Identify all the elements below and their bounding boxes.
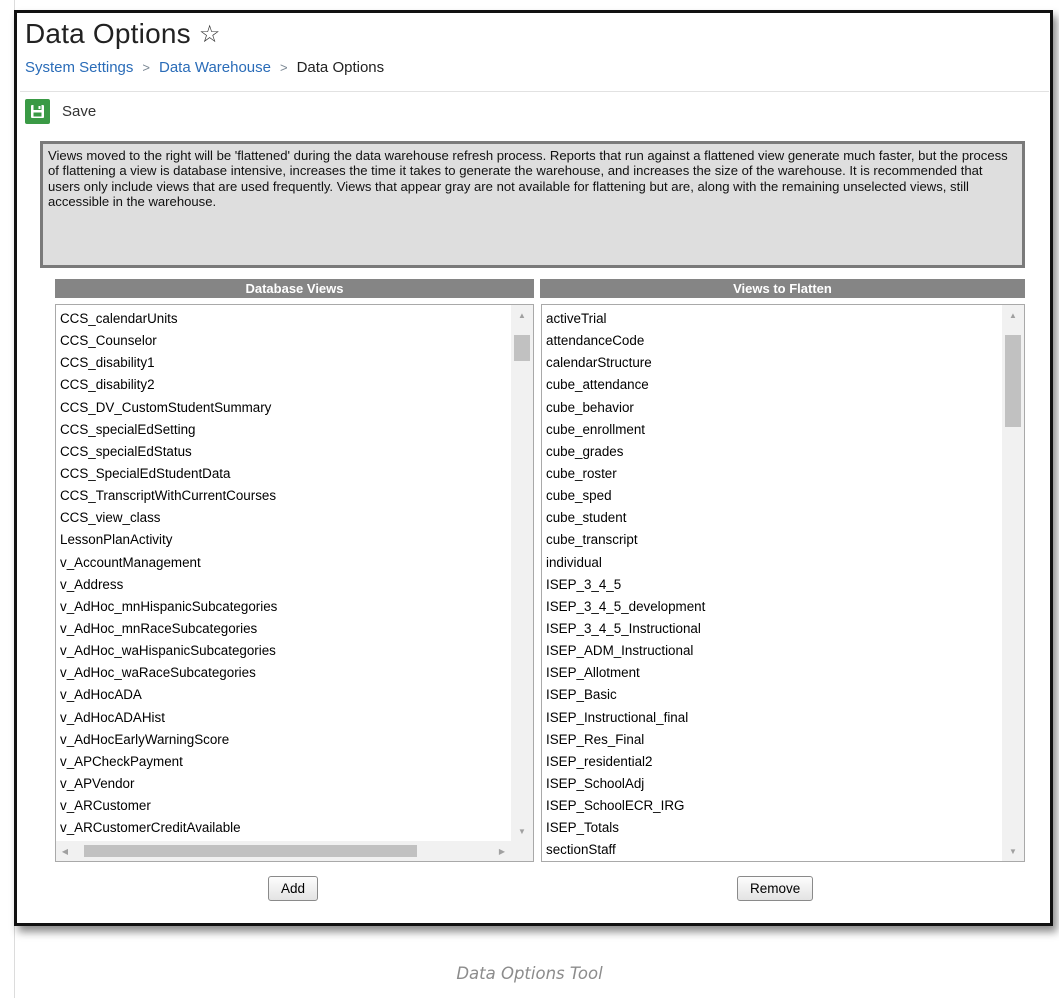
list-item[interactable]: CCS_Counselor <box>60 330 511 352</box>
page-title: Data Options ☆ <box>25 18 221 50</box>
database-views-list[interactable]: CCS_calendarUnits CCS_Counselor CCS_disabi… <box>55 304 534 862</box>
list-item[interactable]: CCS_specialEdSetting <box>60 419 511 441</box>
list-item[interactable]: v_AdHocADA <box>60 684 511 706</box>
list-item[interactable]: v_AdHoc_waHispanicSubcategories <box>60 640 511 662</box>
scroll-right-icon[interactable]: ▶ <box>493 841 511 861</box>
list-item[interactable]: cube_transcript <box>546 529 1002 551</box>
list-item[interactable]: ISEP_SchoolECR_IRG <box>546 795 1002 817</box>
list-item[interactable]: cube_behavior <box>546 397 1002 419</box>
list-item[interactable]: v_AccountManagement <box>60 552 511 574</box>
scroll-up-icon[interactable]: ▲ <box>1002 305 1024 325</box>
list-item[interactable]: v_APCheckPayment <box>60 751 511 773</box>
floppy-disk-icon[interactable] <box>25 99 50 124</box>
list-item[interactable]: ISEP_Instructional_final <box>546 707 1002 729</box>
list-item[interactable]: ISEP_Allotment <box>546 662 1002 684</box>
database-views-header: Database Views <box>55 279 534 298</box>
database-views-vertical-scrollbar[interactable]: ▲ ▼ <box>511 305 533 841</box>
list-item[interactable]: CCS_view_class <box>60 507 511 529</box>
list-item[interactable]: ISEP_Basic <box>546 684 1002 706</box>
list-item[interactable]: LessonPlanActivity <box>60 529 511 551</box>
scroll-down-icon[interactable]: ▼ <box>1002 841 1024 861</box>
list-item[interactable]: v_ARCustomerCreditAvailable <box>60 817 511 839</box>
views-to-flatten-vertical-scrollbar[interactable]: ▲ ▼ <box>1002 305 1024 861</box>
views-to-flatten-list[interactable]: activeTrial attendanceCode calendarStructu… <box>541 304 1025 862</box>
list-item[interactable]: ISEP_SchoolAdj <box>546 773 1002 795</box>
breadcrumb-data-warehouse[interactable]: Data Warehouse <box>159 59 271 76</box>
list-item[interactable]: cube_enrollment <box>546 419 1002 441</box>
list-item[interactable]: CCS_calendarUnits <box>60 308 511 330</box>
list-item[interactable]: cube_grades <box>546 441 1002 463</box>
scroll-thumb[interactable] <box>514 335 530 361</box>
toolbar: Save <box>25 99 96 124</box>
list-item[interactable]: v_AdHoc_mnHispanicSubcategories <box>60 596 511 618</box>
list-item[interactable]: cube_sped <box>546 485 1002 507</box>
list-item[interactable]: ISEP_3_4_5_development <box>546 596 1002 618</box>
header-divider <box>20 91 1049 92</box>
list-item[interactable]: calendarStructure <box>546 352 1002 374</box>
breadcrumb-system-settings[interactable]: System Settings <box>25 59 133 76</box>
list-item[interactable]: v_AdHoc_mnRaceSubcategories <box>60 618 511 640</box>
scroll-left-icon[interactable]: ◀ <box>56 841 74 861</box>
breadcrumb-separator: > <box>280 60 288 75</box>
database-views-horizontal-scrollbar[interactable]: ◀ ▶ <box>56 841 533 861</box>
figure-caption: Data Options Tool <box>456 964 603 983</box>
breadcrumb-separator: > <box>142 60 150 75</box>
list-item[interactable]: individual <box>546 552 1002 574</box>
scroll-thumb[interactable] <box>84 845 417 857</box>
list-item[interactable]: cube_student <box>546 507 1002 529</box>
save-button[interactable]: Save <box>62 103 96 120</box>
page-title-text: Data Options <box>25 18 191 49</box>
list-item[interactable]: ISEP_3_4_5_Instructional <box>546 618 1002 640</box>
views-to-flatten-header: Views to Flatten <box>540 279 1025 298</box>
list-item[interactable]: sectionStaff <box>546 839 1002 861</box>
remove-button[interactable]: Remove <box>737 876 814 901</box>
list-item[interactable]: v_AdHocEarlyWarningScore <box>60 729 511 751</box>
breadcrumb: System Settings > Data Warehouse > Data … <box>25 59 384 76</box>
list-item[interactable]: attendanceCode <box>546 330 1002 352</box>
list-item[interactable]: CCS_SpecialEdStudentData <box>60 463 511 485</box>
list-item[interactable]: cube_roster <box>546 463 1002 485</box>
views-to-flatten-items: activeTrial attendanceCode calendarStructu… <box>546 308 1002 861</box>
list-item[interactable]: v_AdHocADAHist <box>60 707 511 729</box>
database-views-items: CCS_calendarUnits CCS_Counselor CCS_disabi… <box>60 308 511 839</box>
list-item[interactable]: ISEP_residential2 <box>546 751 1002 773</box>
flatten-notice: Views moved to the right will be 'flatte… <box>40 141 1025 268</box>
list-item[interactable]: v_APVendor <box>60 773 511 795</box>
breadcrumb-current: Data Options <box>296 59 385 76</box>
list-item[interactable]: v_Address <box>60 574 511 596</box>
list-item[interactable]: cube_attendance <box>546 374 1002 396</box>
scroll-up-icon[interactable]: ▲ <box>511 305 533 325</box>
star-outline-icon[interactable]: ☆ <box>199 23 221 47</box>
list-item[interactable]: CCS_specialEdStatus <box>60 441 511 463</box>
list-item[interactable]: CCS_DV_CustomStudentSummary <box>60 397 511 419</box>
scroll-down-icon[interactable]: ▼ <box>511 821 533 841</box>
list-item[interactable]: ISEP_3_4_5 <box>546 574 1002 596</box>
list-item[interactable]: CCS_TranscriptWithCurrentCourses <box>60 485 511 507</box>
list-item[interactable]: ISEP_ADM_Instructional <box>546 640 1002 662</box>
list-item[interactable]: CCS_disability2 <box>60 374 511 396</box>
list-item[interactable]: ISEP_Res_Final <box>546 729 1002 751</box>
list-item[interactable]: v_ARCustomer <box>60 795 511 817</box>
add-button[interactable]: Add <box>268 876 319 901</box>
list-item[interactable]: activeTrial <box>546 308 1002 330</box>
scroll-thumb[interactable] <box>1005 335 1021 427</box>
list-item[interactable]: ISEP_Totals <box>546 817 1002 839</box>
list-item[interactable]: v_AdHoc_waRaceSubcategories <box>60 662 511 684</box>
list-item[interactable]: CCS_disability1 <box>60 352 511 374</box>
